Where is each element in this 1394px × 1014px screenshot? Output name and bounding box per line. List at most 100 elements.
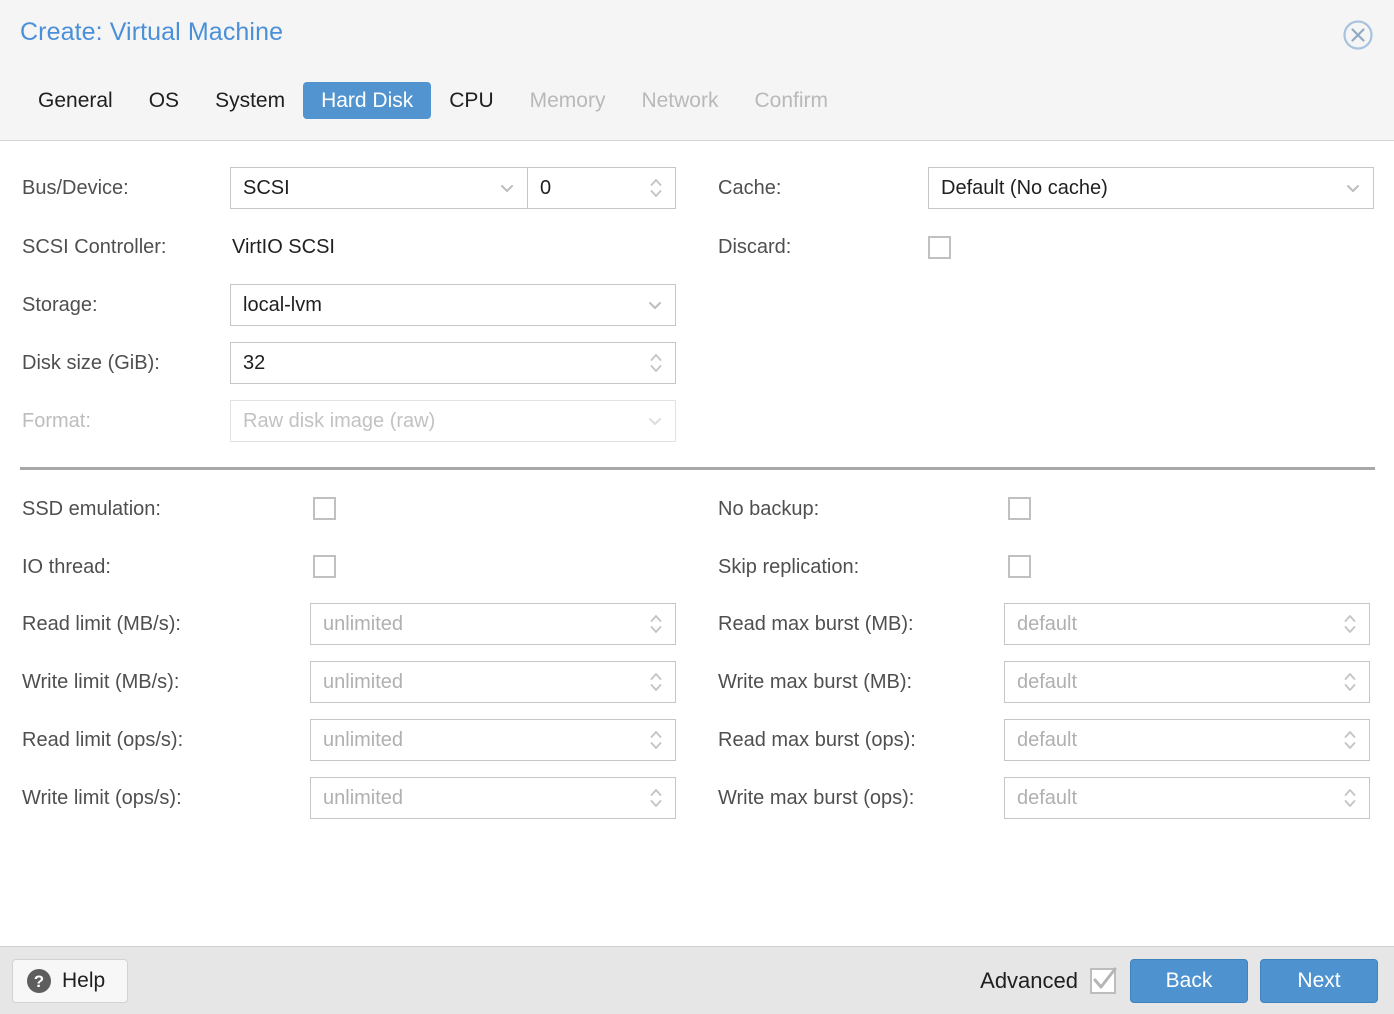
read-max-burst-mb-value: default [1005, 613, 1077, 636]
device-number-input[interactable]: 0 [528, 167, 676, 209]
write-max-burst-ops-label: Write max burst (ops): [718, 787, 914, 810]
read-limit-ops-input[interactable]: unlimited [310, 719, 676, 761]
row-read-limit-ops: Read limit (ops/s): [22, 719, 183, 761]
row-skip-replication: Skip replication: [718, 546, 859, 588]
number-spinner-icon[interactable] [647, 173, 665, 203]
dialog-header: Create: Virtual Machine General OS Syste… [0, 0, 1394, 141]
tab-network: Network [623, 82, 736, 119]
cache-select-value: Default (No cache) [929, 177, 1108, 200]
number-spinner-icon[interactable] [647, 725, 665, 755]
row-write-max-burst-ops: Write max burst (ops): [718, 777, 914, 819]
read-max-burst-mb-input[interactable]: default [1004, 603, 1370, 645]
write-max-burst-mb-input[interactable]: default [1004, 661, 1370, 703]
discard-label: Discard: [718, 236, 791, 259]
dialog-footer: ? Help Advanced Back Next [0, 946, 1394, 1014]
next-button-label: Next [1297, 969, 1340, 993]
row-discard: Discard: [718, 226, 791, 268]
number-spinner-icon[interactable] [647, 783, 665, 813]
tab-cpu[interactable]: CPU [431, 82, 511, 119]
row-no-backup: No backup: [718, 488, 819, 530]
next-button[interactable]: Next [1260, 959, 1378, 1003]
number-spinner-icon[interactable] [1341, 609, 1359, 639]
help-button-label: Help [62, 969, 105, 993]
ssd-emulation-label: SSD emulation: [22, 498, 161, 521]
read-limit-mb-label: Read limit (MB/s): [22, 613, 181, 636]
row-read-limit-mb: Read limit (MB/s): [22, 603, 181, 645]
read-limit-ops-label: Read limit (ops/s): [22, 729, 183, 752]
write-max-burst-ops-input[interactable]: default [1004, 777, 1370, 819]
format-select: Raw disk image (raw) [230, 400, 676, 442]
advanced-label: Advanced [980, 968, 1078, 994]
row-write-max-burst-mb: Write max burst (MB): [718, 661, 912, 703]
write-max-burst-mb-value: default [1005, 671, 1077, 694]
create-vm-dialog: Create: Virtual Machine General OS Syste… [0, 0, 1394, 1014]
help-button[interactable]: ? Help [12, 959, 128, 1003]
wizard-tabs: General OS System Hard Disk CPU Memory N… [20, 82, 846, 119]
bus-select-value: SCSI [231, 177, 290, 200]
row-cache: Cache: [718, 167, 781, 209]
write-limit-ops-value: unlimited [311, 787, 403, 810]
row-read-max-burst-mb: Read max burst (MB): [718, 603, 914, 645]
back-button[interactable]: Back [1130, 959, 1248, 1003]
write-limit-mb-input[interactable]: unlimited [310, 661, 676, 703]
write-limit-mb-label: Write limit (MB/s): [22, 671, 179, 694]
no-backup-checkbox[interactable] [1008, 497, 1031, 520]
write-max-burst-mb-label: Write max burst (MB): [718, 671, 912, 694]
write-limit-ops-label: Write limit (ops/s): [22, 787, 182, 810]
discard-checkbox[interactable] [928, 236, 951, 259]
tab-general[interactable]: General [20, 82, 131, 119]
write-max-burst-ops-value: default [1005, 787, 1077, 810]
write-limit-ops-input[interactable]: unlimited [310, 777, 676, 819]
number-spinner-icon[interactable] [647, 667, 665, 697]
chevron-down-icon[interactable] [497, 178, 517, 198]
skip-replication-label: Skip replication: [718, 556, 859, 579]
tab-system[interactable]: System [197, 82, 303, 119]
number-spinner-icon[interactable] [1341, 667, 1359, 697]
chevron-down-icon[interactable] [1343, 178, 1363, 198]
scsi-controller-value: VirtIO SCSI [232, 236, 335, 259]
read-max-burst-mb-label: Read max burst (MB): [718, 613, 914, 636]
io-thread-checkbox[interactable] [313, 555, 336, 578]
tab-os[interactable]: OS [131, 82, 197, 119]
scsi-controller-label: SCSI Controller: [22, 236, 167, 259]
chevron-down-icon [645, 411, 665, 431]
read-limit-ops-value: unlimited [311, 729, 403, 752]
storage-select[interactable]: local-lvm [230, 284, 676, 326]
number-spinner-icon[interactable] [1341, 725, 1359, 755]
storage-label: Storage: [22, 294, 98, 317]
ssd-emulation-checkbox[interactable] [313, 497, 336, 520]
number-spinner-icon[interactable] [647, 609, 665, 639]
advanced-toggle-group: Advanced [980, 947, 1116, 1014]
back-button-label: Back [1166, 969, 1213, 993]
tab-hard-disk[interactable]: Hard Disk [303, 82, 431, 119]
write-limit-mb-value: unlimited [311, 671, 403, 694]
tab-memory: Memory [512, 82, 624, 119]
section-divider [20, 467, 1375, 470]
row-write-limit-mb: Write limit (MB/s): [22, 661, 179, 703]
advanced-checkbox[interactable] [1090, 968, 1116, 994]
number-spinner-icon[interactable] [1341, 783, 1359, 813]
scsi-controller-value-wrap: VirtIO SCSI [232, 226, 335, 268]
chevron-down-icon[interactable] [645, 295, 665, 315]
row-io-thread: IO thread: [22, 546, 111, 588]
io-thread-label: IO thread: [22, 556, 111, 579]
number-spinner-icon[interactable] [647, 348, 665, 378]
bus-device-label: Bus/Device: [22, 177, 129, 200]
read-max-burst-ops-input[interactable]: default [1004, 719, 1370, 761]
row-disk-size: Disk size (GiB): [22, 342, 160, 384]
read-limit-mb-input[interactable]: unlimited [310, 603, 676, 645]
row-read-max-burst-ops: Read max burst (ops): [718, 719, 916, 761]
read-max-burst-ops-label: Read max burst (ops): [718, 729, 916, 752]
skip-replication-checkbox[interactable] [1008, 555, 1031, 578]
dialog-body: Bus/Device: SCSI 0 [0, 141, 1394, 946]
disk-size-value: 32 [231, 352, 265, 375]
cache-label: Cache: [718, 177, 781, 200]
row-write-limit-ops: Write limit (ops/s): [22, 777, 182, 819]
disk-size-input[interactable]: 32 [230, 342, 676, 384]
row-ssd-emulation: SSD emulation: [22, 488, 161, 530]
close-icon[interactable] [1339, 16, 1377, 54]
bus-select[interactable]: SCSI [230, 167, 528, 209]
device-number-value: 0 [528, 177, 551, 200]
row-format: Format: [22, 400, 91, 442]
cache-select[interactable]: Default (No cache) [928, 167, 1374, 209]
